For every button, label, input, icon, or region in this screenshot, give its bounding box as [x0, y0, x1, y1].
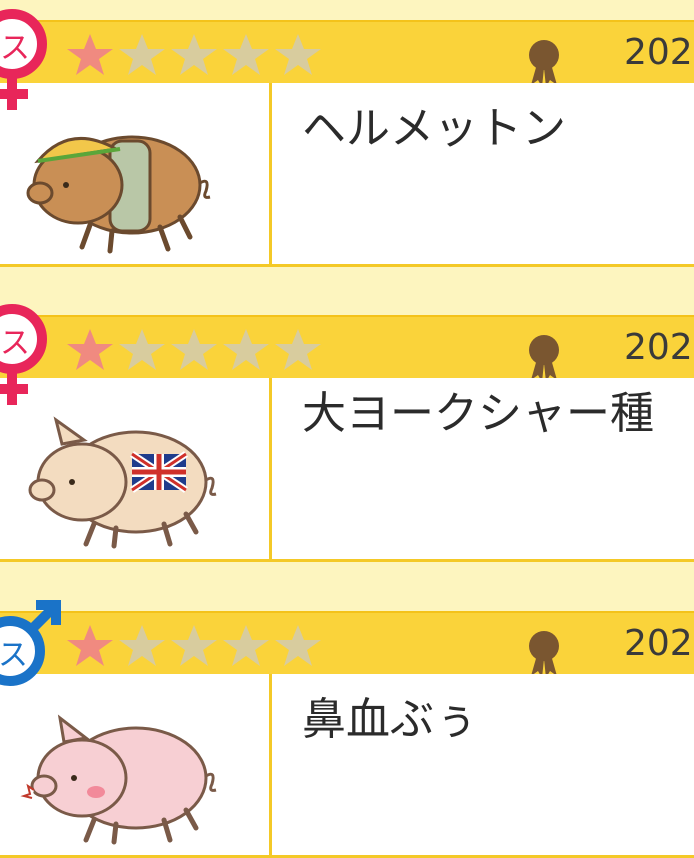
pig-card[interactable]: 202 ス ヘルメットン	[0, 9, 694, 267]
card-header: 202	[0, 20, 694, 87]
column-divider	[269, 674, 272, 858]
card-year: 202	[624, 32, 693, 73]
star-empty-icon	[223, 625, 269, 666]
star-empty-icon	[275, 329, 321, 370]
column-divider	[269, 378, 272, 562]
pig-name: 鼻血ぶぅ	[302, 694, 478, 745]
pig-card[interactable]: 202 ス 鼻血ぶぅ	[0, 600, 694, 858]
star-empty-icon	[171, 34, 217, 75]
star-filled-icon	[67, 329, 113, 370]
card-bottom-border	[0, 264, 694, 267]
star-empty-icon	[119, 625, 165, 666]
card-bottom-border	[0, 559, 694, 562]
card-header: 202	[0, 315, 694, 382]
star-empty-icon	[223, 34, 269, 75]
star-empty-icon	[223, 329, 269, 370]
svg-text:ス: ス	[0, 31, 30, 66]
svg-text:ス: ス	[0, 638, 28, 673]
card-header: 202	[0, 611, 694, 678]
star-rating	[64, 31, 324, 77]
star-empty-icon	[275, 625, 321, 666]
card-body: ス 大ヨークシャー種	[0, 304, 694, 562]
star-filled-icon	[67, 625, 113, 666]
medal-icon	[529, 631, 559, 678]
star-rating	[64, 622, 324, 668]
star-empty-icon	[119, 34, 165, 75]
column-divider	[269, 83, 272, 267]
star-filled-icon	[67, 34, 113, 75]
card-year: 202	[624, 623, 693, 664]
svg-text:ス: ス	[0, 326, 30, 361]
male-symbol-icon: ス	[0, 600, 61, 686]
pig-with-nosebleed-icon	[20, 714, 217, 845]
medal-icon	[529, 335, 559, 382]
star-empty-icon	[171, 329, 217, 370]
pig-with-union-jack-icon	[28, 416, 217, 549]
female-symbol-icon: ス	[0, 9, 47, 110]
star-empty-icon	[119, 329, 165, 370]
medal-icon	[529, 40, 559, 87]
star-empty-icon	[171, 625, 217, 666]
card-body: ス ヘルメットン	[0, 9, 694, 267]
card-year: 202	[624, 327, 693, 368]
female-symbol-icon: ス	[0, 304, 47, 405]
pig-name: ヘルメットン	[302, 103, 566, 154]
star-rating	[64, 326, 324, 372]
star-empty-icon	[275, 34, 321, 75]
pig-with-helmet-icon	[26, 135, 211, 254]
pig-card[interactable]: 202 ス 大ヨークシャー種	[0, 304, 694, 562]
card-body: ス 鼻血ぶぅ	[0, 600, 694, 858]
pig-name: 大ヨークシャー種	[302, 388, 654, 439]
